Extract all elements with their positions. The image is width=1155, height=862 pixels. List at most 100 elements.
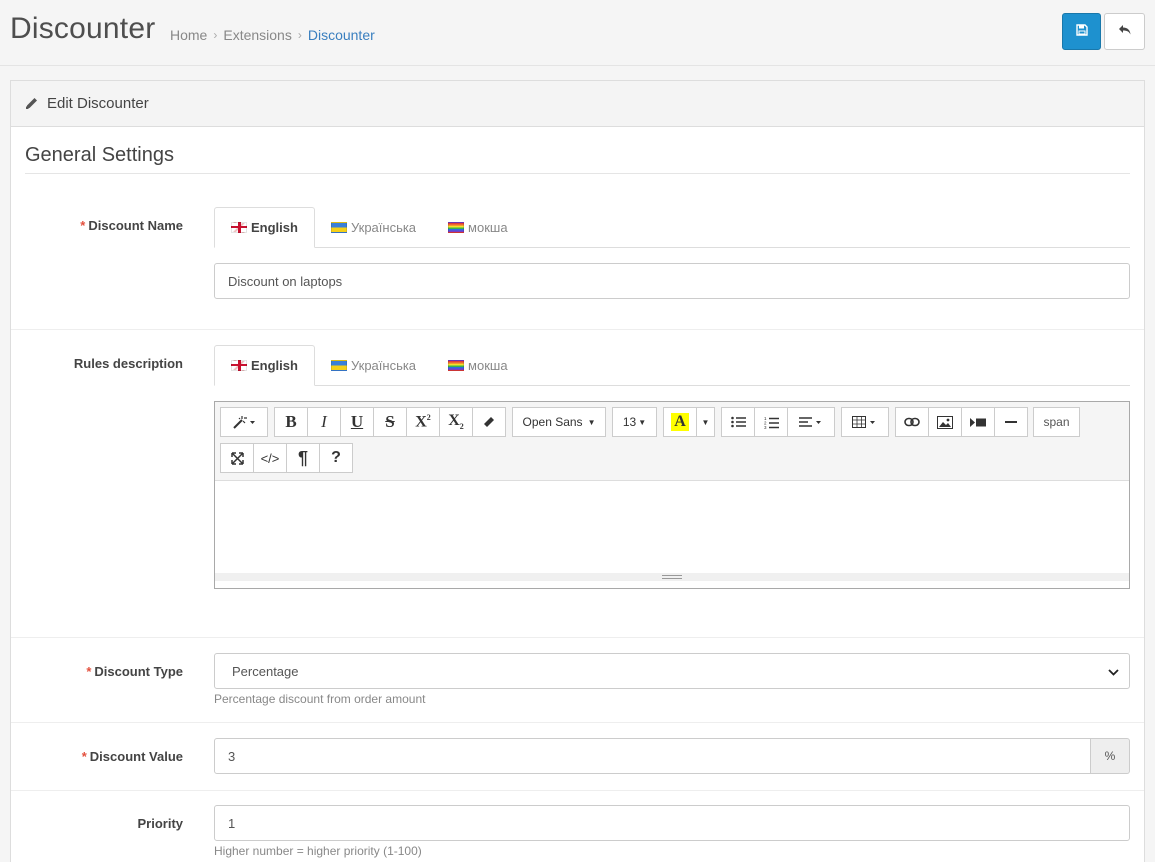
label-text: Discount Name	[88, 218, 183, 233]
help-button[interactable]: ?	[319, 443, 353, 473]
paragraph-button[interactable]: ¶	[286, 443, 320, 473]
superscript-button[interactable]: X2	[406, 407, 440, 437]
link-icon	[904, 417, 920, 427]
rainbow-flag-icon	[448, 360, 465, 371]
save-button[interactable]	[1062, 13, 1101, 50]
page-header: Discounter Home › Extensions › Discounte…	[0, 0, 1155, 66]
bullet-list-icon	[730, 416, 746, 428]
tab-label: English	[251, 358, 298, 373]
discount-name-label: * Discount Name	[80, 218, 183, 233]
code-view-button[interactable]: </>	[253, 443, 287, 473]
tab-ukrainian[interactable]: Українська	[315, 345, 432, 386]
tab-label: мокша	[468, 220, 508, 235]
required-marker: *	[81, 749, 87, 764]
pilcrow-icon: ¶	[297, 447, 308, 468]
bold-icon: B	[285, 412, 297, 431]
priority-input[interactable]: 1	[214, 805, 1130, 841]
tab-english[interactable]: English	[214, 345, 315, 386]
superscript-icon: X2	[415, 412, 431, 431]
breadcrumb-home[interactable]: Home	[170, 27, 207, 43]
editor-content-area[interactable]	[215, 481, 1129, 581]
underline-button[interactable]: U	[340, 407, 374, 437]
code-icon: </>	[260, 450, 280, 466]
caret-down-icon: ▼	[587, 417, 596, 427]
style-tag-button[interactable]: span	[1033, 407, 1080, 437]
divider	[11, 329, 1144, 330]
input-value: Discount on laptops	[228, 273, 343, 289]
discount-value-input[interactable]: 3	[214, 738, 1091, 774]
rules-description-label: Rules description	[73, 356, 183, 371]
eraser-icon	[483, 416, 495, 428]
section-legend: General Settings	[25, 144, 1130, 174]
horizontal-rule-icon	[1005, 420, 1017, 424]
horizontal-rule-button[interactable]	[994, 407, 1028, 437]
required-marker: *	[86, 664, 92, 679]
bold-button[interactable]: B	[274, 407, 308, 437]
breadcrumb-discounter[interactable]: Discounter	[308, 27, 375, 43]
breadcrumb-separator: ›	[213, 28, 218, 42]
back-button[interactable]	[1104, 13, 1145, 50]
priority-label: Priority	[137, 816, 183, 831]
grip-icon	[662, 575, 682, 579]
svg-text:3: 3	[764, 425, 767, 429]
breadcrumb-extensions[interactable]: Extensions	[223, 27, 291, 43]
clear-format-button[interactable]	[472, 407, 506, 437]
tab-moksha[interactable]: мокша	[432, 345, 524, 386]
tab-label: English	[251, 220, 298, 235]
discount-name-input[interactable]: Discount on laptops	[214, 263, 1130, 299]
table-icon	[852, 416, 878, 428]
input-value: 3	[228, 748, 236, 764]
font-size-dropdown[interactable]: 13 ▼	[612, 407, 657, 437]
video-button[interactable]	[961, 407, 995, 437]
floppy-disk-icon	[1075, 24, 1088, 39]
style-tag-label: span	[1043, 415, 1070, 429]
input-value: 1	[228, 815, 236, 831]
label-text: Discount Value	[89, 749, 183, 764]
tab-label: мокша	[468, 358, 508, 373]
pencil-icon	[25, 97, 38, 110]
tab-ukrainian[interactable]: Українська	[315, 207, 432, 248]
caret-down-icon: ▼	[638, 417, 647, 427]
editor-toolbar: B I U S X2 X2 Open Sans ▼ 13 ▼ A ▼ 1 2 3…	[215, 402, 1129, 481]
subscript-icon: X2	[448, 412, 464, 432]
label-text: Discount Type	[94, 664, 183, 679]
paragraph-align-dropdown[interactable]	[787, 407, 835, 437]
font-family-dropdown[interactable]: Open Sans ▼	[512, 407, 606, 437]
font-size-value: 13	[622, 415, 637, 429]
editor-resize-handle[interactable]	[215, 573, 1129, 581]
image-button[interactable]	[928, 407, 962, 437]
align-left-icon	[799, 416, 823, 428]
breadcrumb: Home › Extensions › Discounter	[170, 27, 375, 43]
reply-arrow-icon	[1118, 24, 1132, 39]
image-icon	[937, 415, 953, 429]
priority-help: Higher number = higher priority (1-100)	[214, 844, 422, 858]
chevron-down-icon	[1108, 664, 1119, 679]
unordered-list-button[interactable]	[721, 407, 755, 437]
required-marker: *	[80, 218, 86, 233]
discount-type-select[interactable]: Percentage	[214, 653, 1130, 689]
panel-heading-text: Edit Discounter	[47, 95, 149, 112]
fullscreen-button[interactable]	[220, 443, 254, 473]
magic-style-button[interactable]	[220, 407, 268, 437]
percent-addon: %	[1091, 738, 1130, 774]
table-dropdown[interactable]	[841, 407, 889, 437]
strikethrough-button[interactable]: S	[373, 407, 407, 437]
subscript-button[interactable]: X2	[439, 407, 473, 437]
link-button[interactable]	[895, 407, 929, 437]
breadcrumb-separator: ›	[297, 28, 302, 42]
ua-flag-icon	[330, 360, 347, 371]
tab-moksha[interactable]: мокша	[432, 207, 524, 248]
tab-label: Українська	[350, 358, 417, 373]
ordered-list-button[interactable]: 123	[754, 407, 788, 437]
color-dropdown-button[interactable]: ▼	[696, 407, 715, 437]
divider	[11, 790, 1144, 791]
tab-english[interactable]: English	[214, 207, 315, 248]
edit-panel: Edit Discounter General Settings * Discou…	[10, 80, 1145, 862]
discount-value-group: 3 %	[214, 738, 1130, 774]
tab-label: Українська	[350, 220, 417, 235]
italic-button[interactable]: I	[307, 407, 341, 437]
divider	[11, 722, 1144, 723]
text-color-button[interactable]: A	[663, 407, 697, 437]
select-value: Percentage	[232, 663, 299, 679]
underline-icon: U	[350, 412, 364, 431]
